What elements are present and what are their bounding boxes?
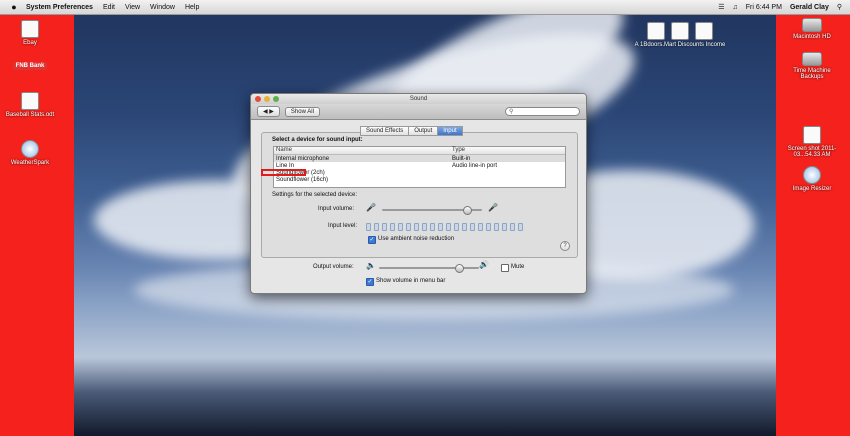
select-device-heading: Select a device for sound input:	[272, 137, 363, 143]
window-title: Sound	[409, 96, 428, 102]
menu-window[interactable]: Window	[150, 4, 175, 11]
tab-bar: Sound Effects Output Input	[360, 126, 463, 136]
window-toolbar: ◀ ▶ Show All ⚲	[251, 104, 586, 120]
search-field[interactable]: ⚲	[505, 107, 580, 116]
window-titlebar: Sound	[251, 94, 586, 104]
line-in-highlight	[261, 169, 306, 176]
device-row[interactable]: Internal microphone Built-in	[274, 155, 565, 162]
desktop-icon-ebay[interactable]: Ebay	[0, 20, 60, 46]
device-row[interactable]: Soundflower (2ch)	[274, 169, 565, 176]
menu-view[interactable]: View	[125, 4, 140, 11]
menu-edit[interactable]: Edit	[103, 4, 115, 11]
document-icon	[647, 22, 665, 40]
mute-checkbox[interactable]	[501, 264, 509, 272]
output-volume-knob[interactable]	[455, 264, 464, 273]
minimize-icon[interactable]	[264, 96, 270, 102]
spotlight-icon[interactable]: ⚲	[837, 3, 842, 11]
mute-label: Mute	[511, 264, 525, 270]
tab-output[interactable]: Output	[408, 126, 439, 136]
device-row[interactable]: Soundflower (16ch)	[274, 176, 565, 183]
apple-menu-icon[interactable]: ●	[8, 2, 20, 12]
sound-window: Sound ◀ ▶ Show All ⚲ Select a device for…	[250, 93, 587, 294]
tab-input[interactable]: Input	[437, 126, 463, 136]
app-icon	[803, 166, 821, 184]
output-volume-label: Output volume:	[313, 264, 354, 270]
user-name[interactable]: Gerald Clay	[790, 4, 829, 11]
back-forward-button[interactable]: ◀ ▶	[257, 106, 280, 117]
menu-app-name[interactable]: System Preferences	[26, 4, 93, 11]
desktop-icon-weatherspark[interactable]: WeatherSpark	[0, 140, 60, 166]
show-volume-label: Show volume in menu bar	[376, 278, 446, 284]
document-icon	[21, 92, 39, 110]
output-volume-slider[interactable]	[379, 264, 479, 273]
input-level-meter	[366, 223, 523, 231]
tab-sound-effects[interactable]: Sound Effects	[360, 126, 410, 136]
column-type[interactable]: Type	[452, 147, 565, 154]
settings-heading: Settings for the selected device:	[272, 192, 358, 198]
input-volume-slider[interactable]	[382, 206, 482, 215]
input-panel: Select a device for sound input: Name Ty…	[261, 132, 578, 258]
document-icon	[695, 22, 713, 40]
show-all-button[interactable]: Show All	[284, 106, 320, 117]
help-button[interactable]: ?	[560, 241, 570, 251]
desktop-icon-image-resizer[interactable]: Image Resizer	[782, 166, 842, 192]
mic-low-icon: 🎤	[366, 203, 376, 212]
input-volume-knob[interactable]	[463, 206, 472, 215]
menu-bar: ● System Preferences Edit View Window He…	[0, 0, 850, 15]
input-volume-label: Input volume:	[318, 206, 355, 212]
document-icon	[21, 20, 39, 38]
desktop-icon-time-machine[interactable]: Time Machine Backups	[782, 52, 842, 80]
document-icon	[671, 22, 689, 40]
ambient-noise-label: Use ambient noise reduction	[378, 236, 455, 242]
document-icon	[21, 140, 39, 158]
zoom-icon[interactable]	[273, 96, 279, 102]
speaker-low-icon: 🔈	[366, 261, 376, 270]
desktop-icon-fnb-bank[interactable]: FNB Bank	[0, 62, 60, 70]
document-icon	[803, 126, 821, 144]
mic-high-icon: 🎤	[488, 203, 498, 212]
device-row[interactable]: Line In Audio line-in port	[274, 162, 565, 169]
device-list[interactable]: Name Type Internal microphone Built-in L…	[273, 146, 566, 188]
desktop-icon-macintosh-hd[interactable]: Macintosh HD	[782, 18, 842, 40]
clock[interactable]: Fri 6:44 PM	[746, 4, 782, 11]
drive-icon	[802, 18, 822, 32]
desktop-icon-baseball-stats[interactable]: Baseball Stats.odt	[0, 92, 60, 118]
ambient-noise-checkbox[interactable]: ✓	[368, 236, 376, 244]
desktop-icon-discounts[interactable]: A 1Bdoors.Mart Discounts Income	[630, 22, 730, 48]
drive-icon	[802, 52, 822, 66]
input-level-label: Input level:	[328, 223, 358, 229]
desktop-icon-screen-shot[interactable]: Screen shot 2011-03...54.33 AM	[782, 126, 842, 158]
volume-icon[interactable]: ♫	[733, 4, 738, 11]
speaker-high-icon: 🔊	[479, 260, 489, 269]
column-name[interactable]: Name	[274, 147, 452, 154]
show-volume-checkbox[interactable]: ✓	[366, 278, 374, 286]
search-icon: ⚲	[509, 109, 514, 115]
menu-help[interactable]: Help	[185, 4, 199, 11]
wifi-icon[interactable]: ☰	[718, 3, 724, 11]
close-icon[interactable]	[255, 96, 261, 102]
